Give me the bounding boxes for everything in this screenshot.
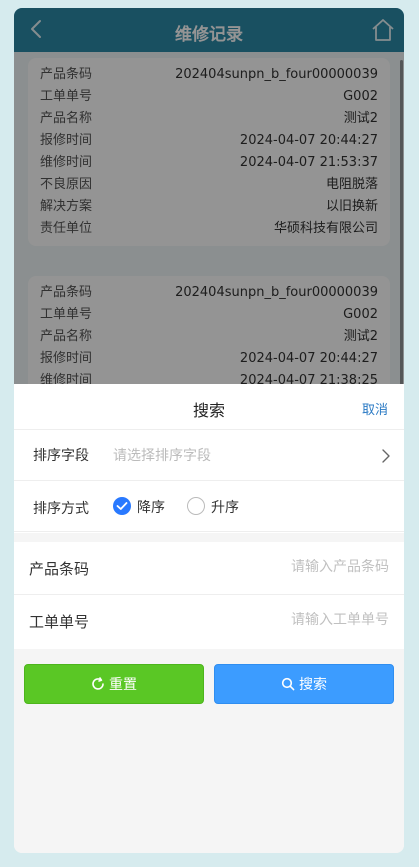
sort-field-placeholder: 请选择排序字段 xyxy=(113,448,211,464)
search-sheet: 搜索 取消 排序字段 请选择排序字段 排序方式 降序 升序 产品条码 请输入产品… xyxy=(14,384,404,853)
refresh-icon xyxy=(92,677,104,690)
barcode-row: 产品条码 xyxy=(14,542,404,595)
chevron-right-icon xyxy=(382,449,390,463)
reset-button[interactable]: 重置 xyxy=(24,664,204,704)
modal-overlay[interactable] xyxy=(14,8,404,392)
sort-field-row[interactable]: 排序字段 请选择排序字段 xyxy=(14,430,404,481)
sort-field-label: 排序字段 xyxy=(33,448,89,464)
descending-label[interactable]: 降序 xyxy=(137,497,165,517)
ascending-radio[interactable] xyxy=(187,497,205,515)
search-button[interactable]: 搜索 xyxy=(214,664,394,704)
reset-label: 重置 xyxy=(109,677,137,693)
descending-radio[interactable] xyxy=(113,497,131,515)
check-icon xyxy=(116,502,128,510)
ascending-label[interactable]: 升序 xyxy=(211,497,239,517)
sheet-header: 搜索 取消 xyxy=(14,384,404,430)
sort-order-label: 排序方式 xyxy=(33,501,89,517)
phone-screen: 维修记录 产品条码 202404sunpn_b_four00000039 工单单号… xyxy=(14,8,404,853)
cancel-button[interactable]: 取消 xyxy=(362,399,388,418)
barcode-label: 产品条码 xyxy=(29,560,90,578)
search-icon xyxy=(281,677,295,691)
order-no-input[interactable] xyxy=(189,612,389,628)
scrollbar[interactable] xyxy=(400,60,403,390)
order-no-row: 工单单号 xyxy=(14,595,404,648)
search-label: 搜索 xyxy=(299,677,327,693)
order-no-label: 工单单号 xyxy=(29,613,90,631)
sheet-title: 搜索 xyxy=(192,401,225,420)
filter-section: 产品条码 工单单号 xyxy=(14,542,404,649)
sort-section: 排序字段 请选择排序字段 排序方式 降序 升序 xyxy=(14,430,404,533)
barcode-input[interactable] xyxy=(189,559,389,575)
sort-order-row: 排序方式 降序 升序 xyxy=(14,481,404,532)
